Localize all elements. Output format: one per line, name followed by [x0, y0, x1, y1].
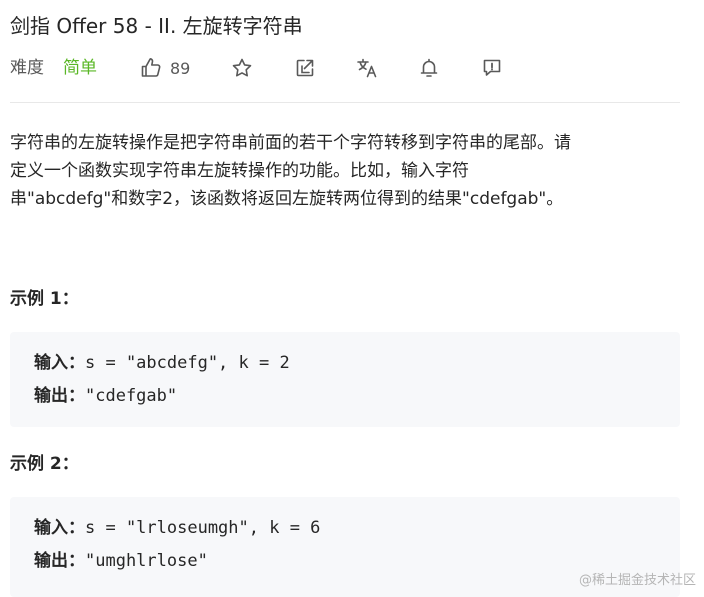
input-value: s = "abcdefg", k = 2	[85, 353, 290, 373]
problem-page: 剑指 Offer 58 - II. 左旋转字符串 难度 简单 89 字符串的左旋…	[0, 0, 704, 597]
example-1-output: 输出："cdefgab"	[34, 384, 177, 408]
share-icon[interactable]	[293, 56, 317, 80]
translate-icon[interactable]	[355, 56, 379, 80]
output-value: "cdefgab"	[85, 386, 178, 406]
example-2-output: 输出："umghlrlose"	[34, 549, 208, 573]
output-label: 输出：	[34, 386, 85, 406]
description-line: 字符串的左旋转操作是把字符串前面的若干个字符转移到字符串的尾部。请	[10, 133, 571, 153]
feedback-icon[interactable]	[480, 56, 504, 80]
example-1-code-block: 输入：s = "abcdefg", k = 2 输出："cdefgab"	[10, 332, 680, 427]
difficulty-badge: 简单	[63, 58, 97, 78]
output-value: "umghlrlose"	[85, 551, 208, 571]
example-2-heading: 示例 2：	[10, 454, 79, 474]
problem-title: 剑指 Offer 58 - II. 左旋转字符串	[10, 14, 303, 38]
input-value: s = "lrloseumgh", k = 6	[85, 518, 321, 538]
problem-description: 字符串的左旋转操作是把字符串前面的若干个字符转移到字符串的尾部。请 定义一个函数…	[10, 129, 690, 213]
thumbs-up-icon[interactable]	[139, 56, 163, 80]
output-label: 输出：	[34, 551, 85, 571]
example-1-input: 输入：s = "abcdefg", k = 2	[34, 351, 290, 375]
bell-icon[interactable]	[417, 56, 441, 80]
header-divider	[10, 102, 680, 103]
input-label: 输入：	[34, 353, 85, 373]
like-count: 89	[170, 59, 191, 78]
problem-meta-toolbar: 难度 简单 89	[10, 56, 680, 82]
description-line: 定义一个函数实现字符串左旋转操作的功能。比如，输入字符	[10, 161, 469, 181]
example-1-heading: 示例 1：	[10, 289, 79, 309]
watermark: @稀土掘金技术社区	[578, 573, 696, 588]
description-line: 串"abcdefg"和数字2，该函数将返回左旋转两位得到的结果"cdefgab"…	[10, 189, 564, 209]
star-icon[interactable]	[230, 56, 254, 80]
input-label: 输入：	[34, 518, 85, 538]
difficulty-label: 难度	[10, 58, 44, 78]
example-2-input: 输入：s = "lrloseumgh", k = 6	[34, 516, 320, 540]
